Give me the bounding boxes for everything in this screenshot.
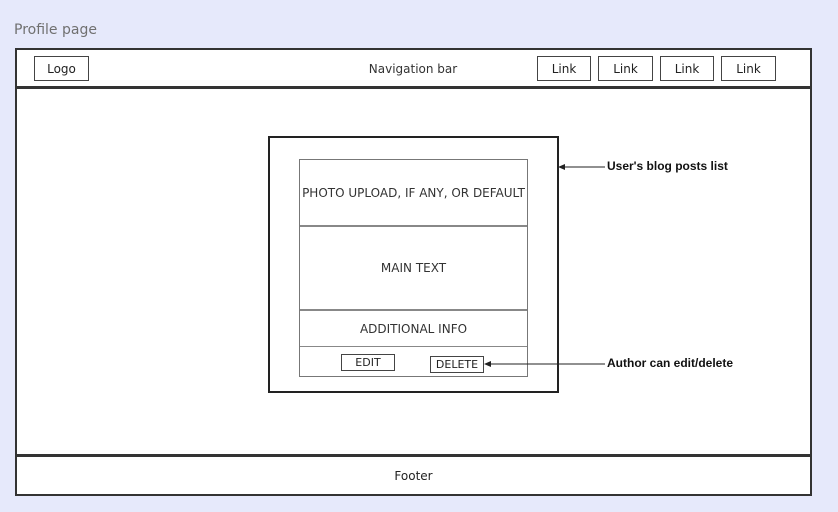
posts-list-annotation: User's blog posts list <box>607 159 728 173</box>
photo-upload-section: PHOTO UPLOAD, IF ANY, OR DEFAULT <box>302 185 525 200</box>
nav-link-2[interactable]: Link <box>598 56 653 81</box>
footer: Footer <box>15 454 812 496</box>
blog-post-card: PHOTO UPLOAD, IF ANY, OR DEFAULT MAIN TE… <box>299 159 528 377</box>
edit-delete-annotation: Author can edit/delete <box>607 356 734 370</box>
divider <box>300 346 527 347</box>
edit-button[interactable]: EDIT <box>341 354 395 371</box>
nav-link-1[interactable]: Link <box>537 56 591 81</box>
nav-link-4[interactable]: Link <box>721 56 776 81</box>
nav-link-3[interactable]: Link <box>660 56 714 81</box>
delete-button[interactable]: DELETE <box>430 356 484 373</box>
additional-info-section: ADDITIONAL INFO <box>359 321 468 336</box>
logo-box[interactable]: Logo <box>34 56 89 81</box>
main-text-section: MAIN TEXT <box>380 261 447 275</box>
page-title: Profile page <box>14 22 97 38</box>
navigation-bar-label: Navigation bar <box>368 62 458 76</box>
